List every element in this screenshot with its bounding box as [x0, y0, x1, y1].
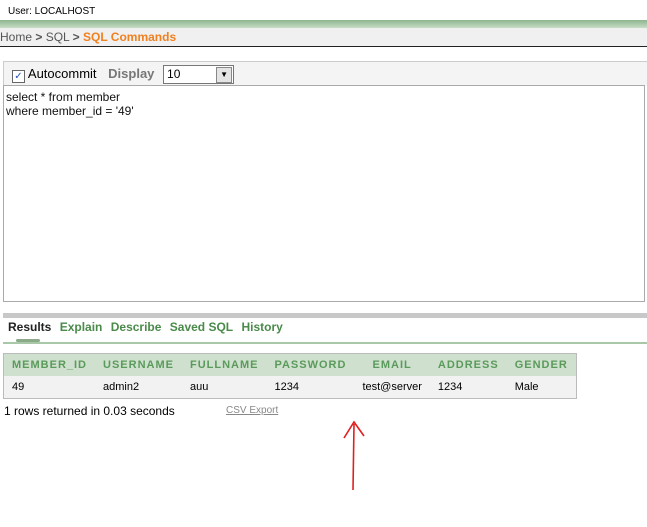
- user-label: User: LOCALHOST: [8, 6, 96, 17]
- breadcrumb: Home > SQL > SQL Commands: [0, 28, 647, 47]
- table-cell: Male: [506, 376, 577, 399]
- table-cell: admin2: [95, 376, 182, 399]
- table-cell: 49: [3, 376, 96, 399]
- header-bar: [0, 20, 647, 28]
- results-table: MEMBER_ID USERNAME FULLNAME PASSWORD EMAIL AD…: [3, 353, 577, 399]
- tab-history[interactable]: History: [241, 318, 282, 336]
- column-header[interactable]: EMAIL: [354, 353, 430, 376]
- display-label: Display: [108, 66, 155, 81]
- breadcrumb-separator: >: [35, 30, 43, 44]
- autocommit-label: Autocommit: [27, 66, 97, 81]
- table-cell: 1234: [266, 376, 355, 399]
- table-cell: 1234: [429, 376, 507, 399]
- tab-explain[interactable]: Explain: [60, 318, 103, 336]
- table-cell: auu: [181, 376, 267, 399]
- sql-toolbar: ✓ Autocommit Display 10 ▼: [3, 61, 647, 86]
- csv-export-link[interactable]: CSV Export: [226, 405, 278, 416]
- display-value: 10: [167, 67, 181, 82]
- breadcrumb-current: SQL Commands: [83, 30, 177, 44]
- column-header[interactable]: GENDER: [506, 353, 577, 376]
- chevron-down-icon[interactable]: ▼: [216, 67, 233, 84]
- column-header[interactable]: PASSWORD: [266, 353, 355, 376]
- breadcrumb-home[interactable]: Home: [0, 30, 32, 44]
- column-header[interactable]: MEMBER_ID: [3, 353, 96, 376]
- table-cell: test@server: [354, 376, 430, 399]
- breadcrumb-sql[interactable]: SQL: [46, 30, 70, 44]
- table-header-row: MEMBER_ID USERNAME FULLNAME PASSWORD EMAIL AD…: [3, 353, 577, 376]
- table-row: 49 admin2 auu 1234 test@server 1234 Male: [3, 376, 577, 399]
- breadcrumb-separator: >: [72, 30, 80, 44]
- sql-editor[interactable]: select * from member where member_id = '…: [3, 85, 645, 302]
- tab-results[interactable]: Results: [8, 318, 51, 342]
- column-header[interactable]: USERNAME: [95, 353, 182, 376]
- column-header[interactable]: FULLNAME: [181, 353, 267, 376]
- column-header[interactable]: ADDRESS: [429, 353, 507, 376]
- result-tabs: Results Explain Describe Saved SQL Histo…: [3, 318, 647, 344]
- display-select[interactable]: 10 ▼: [163, 65, 235, 85]
- tab-describe[interactable]: Describe: [111, 318, 162, 336]
- annotation-arrow-icon: [343, 420, 365, 491]
- tab-saved-sql[interactable]: Saved SQL: [170, 318, 233, 336]
- results-summary: 1 rows returned in 0.03 seconds: [4, 404, 175, 418]
- autocommit-checkbox[interactable]: ✓: [12, 70, 25, 83]
